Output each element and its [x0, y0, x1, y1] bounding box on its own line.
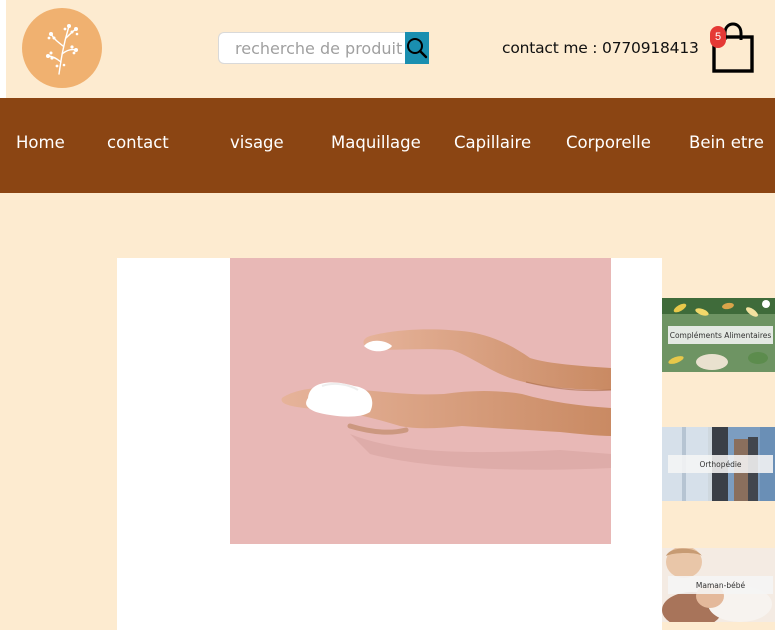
- search-button[interactable]: [405, 32, 429, 64]
- nav-home[interactable]: Home: [16, 133, 65, 152]
- main-navigation: Home contact visage Maquillage Capillair…: [0, 98, 775, 193]
- hero-image[interactable]: [230, 258, 611, 544]
- hands-cream-image: [281, 329, 611, 470]
- nav-contact[interactable]: contact: [107, 133, 169, 152]
- category-label: Compléments Alimentaires: [668, 326, 773, 344]
- category-label: Maman-bébé: [668, 576, 773, 594]
- category-card-orthopedie[interactable]: Orthopédie: [662, 427, 775, 501]
- cart-button[interactable]: 5: [710, 22, 756, 74]
- header: contact me : 0770918413 5: [0, 0, 775, 98]
- nav-bein-etre[interactable]: Bein etre: [689, 133, 764, 152]
- nav-maquillage[interactable]: Maquillage: [331, 133, 421, 152]
- nav-capillaire[interactable]: Capillaire: [454, 133, 531, 152]
- header-edge: [0, 0, 6, 98]
- hero-slider: [117, 258, 662, 630]
- plant-icon: [46, 24, 79, 75]
- category-label: Orthopédie: [668, 455, 773, 473]
- logo[interactable]: [22, 8, 102, 88]
- nav-visage[interactable]: visage: [230, 133, 284, 152]
- cart-count-badge: 5: [710, 26, 726, 48]
- nav-corporelle[interactable]: Corporelle: [566, 133, 651, 152]
- contact-phone: contact me : 0770918413: [502, 39, 699, 57]
- category-card-maman-bebe[interactable]: Maman-bébé: [662, 548, 775, 622]
- search-input[interactable]: [218, 32, 405, 64]
- search-icon: [407, 38, 428, 59]
- category-card-complements[interactable]: Compléments Alimentaires: [662, 298, 775, 372]
- search-bar: [218, 32, 429, 64]
